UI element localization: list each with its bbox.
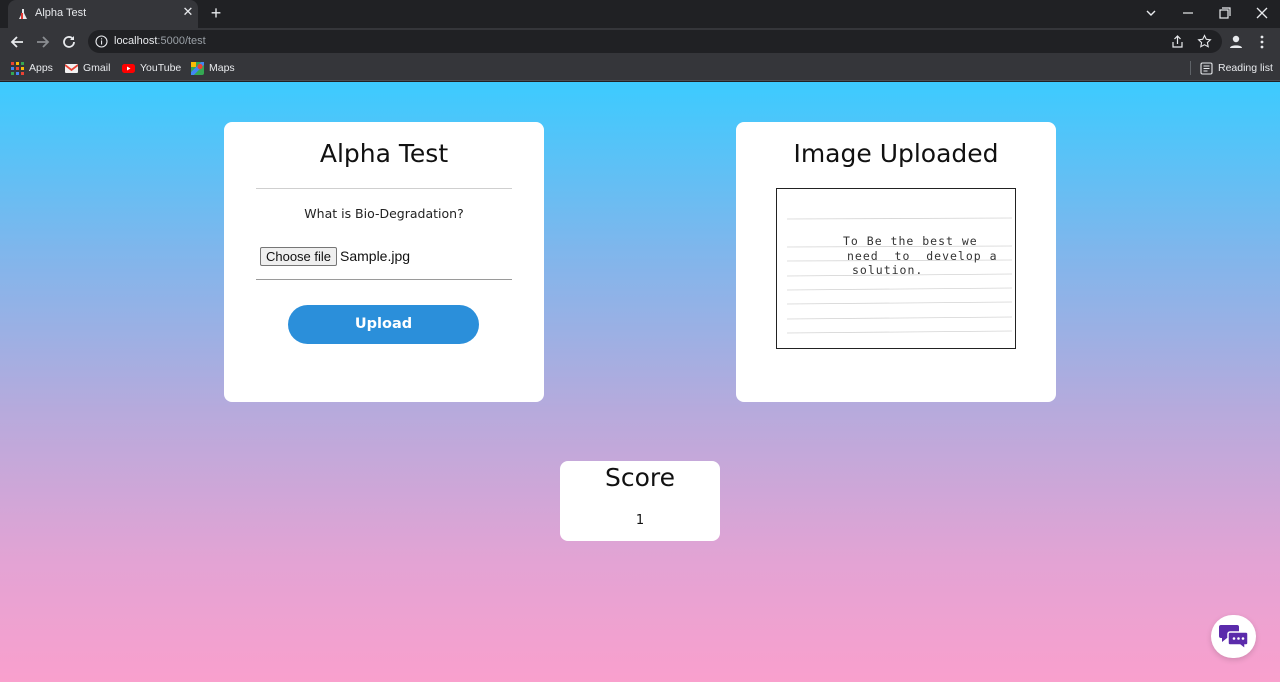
chat-widget-button[interactable]: [1211, 615, 1256, 658]
upload-button[interactable]: Upload: [288, 305, 479, 344]
bookmark-gmail-label: Gmail: [83, 62, 111, 74]
url-text: localhost:5000/test: [114, 35, 206, 47]
bookmark-maps-label: Maps: [209, 62, 235, 74]
url-host: localhost: [114, 35, 158, 47]
reading-list-button[interactable]: Reading list: [1200, 60, 1273, 76]
selected-file-name: Sample.jpg: [340, 248, 411, 264]
test-card: Alpha Test What is Bio-Degradation? Choo…: [224, 122, 544, 402]
minimize-icon[interactable]: [1178, 4, 1198, 22]
flask-favicon-icon: [19, 9, 27, 19]
bookmark-youtube[interactable]: YouTube: [122, 60, 181, 76]
bookmarks-bar: Apps Gmail YouTube Maps Reading list: [0, 55, 1280, 81]
title-divider: [256, 188, 512, 189]
score-card: Score 1: [560, 461, 720, 541]
image-card: Image Uploaded To Be the best we need to…: [736, 122, 1056, 402]
bookmark-youtube-label: YouTube: [140, 62, 182, 74]
back-arrow-icon[interactable]: [8, 33, 26, 51]
share-icon[interactable]: [1170, 34, 1185, 49]
new-tab-plus-icon[interactable]: +: [207, 4, 225, 22]
bookmarks-separator: [1190, 61, 1191, 75]
maps-icon: [191, 61, 204, 75]
handwriting-line-1: To Be the best we: [843, 234, 978, 248]
tab-strip: Alpha Test ✕ +: [0, 0, 1280, 28]
score-value: 1: [635, 513, 645, 528]
tab-close-icon[interactable]: ✕: [180, 5, 196, 21]
profile-avatar-icon[interactable]: [1227, 33, 1245, 51]
reading-list-label: Reading list: [1218, 62, 1273, 74]
bookmark-gmail[interactable]: Gmail: [65, 60, 110, 76]
handwriting-line-2: need to develop a: [847, 249, 998, 263]
address-bar[interactable]: localhost:5000/test: [88, 30, 1222, 53]
apps-grid-icon: [11, 61, 24, 75]
reading-list-icon: [1200, 62, 1213, 75]
browser-tab[interactable]: Alpha Test ✕: [8, 0, 198, 28]
bookmark-apps[interactable]: Apps: [11, 60, 53, 76]
input-underline: [256, 279, 512, 280]
image-card-title: Image Uploaded: [793, 139, 999, 168]
handwriting-line-3: solution.: [852, 263, 924, 277]
window-close-icon[interactable]: [1252, 4, 1272, 22]
page-background: Alpha Test What is Bio-Degradation? Choo…: [0, 82, 1280, 682]
choose-file-button[interactable]: Choose file: [260, 247, 337, 266]
browser-toolbar: localhost:5000/test: [0, 28, 1280, 55]
chat-bubbles-icon: [1219, 625, 1249, 651]
bookmark-star-icon[interactable]: [1197, 34, 1212, 49]
forward-arrow-icon[interactable]: [34, 33, 52, 51]
test-card-title: Alpha Test: [319, 139, 449, 168]
tab-title: Alpha Test: [35, 7, 87, 19]
tab-search-chevron-icon[interactable]: [1141, 4, 1161, 22]
gmail-icon: [65, 63, 78, 73]
question-text: What is Bio-Degradation?: [304, 206, 464, 221]
youtube-icon: [122, 63, 135, 73]
more-menu-icon[interactable]: [1253, 33, 1271, 51]
url-path: :5000/test: [157, 35, 206, 47]
score-title: Score: [604, 463, 676, 492]
site-info-icon[interactable]: [95, 35, 108, 48]
uploaded-image-preview: To Be the best we need to develop a solu…: [776, 188, 1016, 349]
reload-icon[interactable]: [60, 33, 78, 51]
restore-icon[interactable]: [1215, 4, 1235, 22]
bookmark-maps[interactable]: Maps: [191, 60, 235, 76]
bookmark-apps-label: Apps: [29, 62, 53, 74]
